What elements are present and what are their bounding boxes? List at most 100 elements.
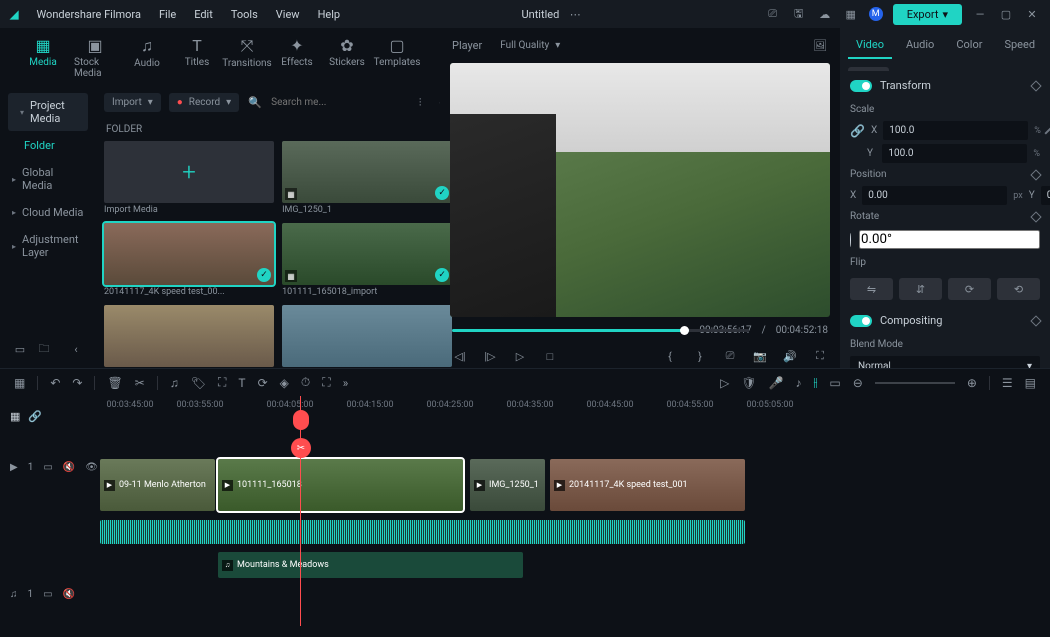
tab-templates[interactable]: ▢Templates [372,32,422,83]
stop-icon[interactable]: □ [542,348,558,364]
mark-out-icon[interactable]: } [692,348,708,364]
camera-icon[interactable]: 📷 [752,348,768,364]
compositing-toggle[interactable] [850,315,872,327]
media-thumb-2[interactable]: ✓20141117_4K speed test_00... [104,223,274,297]
waveform-1[interactable] [100,520,745,544]
clip-2[interactable]: ▶101111_165018 [218,459,463,511]
display-icon[interactable]: ⎚ [722,348,738,364]
bin-icon[interactable]: ▭ [12,341,28,357]
prev-frame-icon[interactable]: ◁| [452,348,468,364]
save-icon[interactable]: 🖫 [791,6,807,22]
rotate-input[interactable] [859,230,1040,249]
sidebar-project-media[interactable]: ▾Project Media [8,93,88,131]
play-icon[interactable]: ▷ [512,348,528,364]
menu-tools[interactable]: Tools [231,8,258,21]
clip-1[interactable]: ▶09-11 Menlo Atherton [100,459,215,511]
transform-toggle[interactable] [850,80,872,92]
undo-icon[interactable]: ↶ [50,376,60,390]
menu-file[interactable]: File [159,8,176,21]
marker-icon[interactable]: ▷ [720,376,729,390]
fullscreen-icon[interactable]: ⛶ [812,348,828,364]
tab-stock[interactable]: ▣Stock Media [68,32,122,83]
tab-media[interactable]: ▦Media [18,32,68,83]
snap-icon[interactable]: ⫲ [814,375,818,390]
keyframe-icon[interactable] [1044,127,1050,134]
rotate-cw-icon[interactable]: ⟳ [948,278,991,300]
scale-y-input[interactable] [882,144,1027,163]
speed-icon[interactable]: ⟳ [258,376,268,390]
preview-viewport[interactable] [450,63,830,317]
close-icon[interactable]: ✕ [1024,6,1040,22]
keyframe-icon[interactable] [1030,315,1041,326]
track-lock-icon[interactable]: ▭ [43,589,52,600]
media-thumb-3[interactable]: ▦✓101111_165018_import [282,223,452,297]
zoom-out-icon[interactable]: ⊖ [853,376,863,390]
zoom-in-icon[interactable]: ⊕ [967,376,977,390]
expand-icon[interactable]: ⛶ [322,375,330,390]
sidebar-global-media[interactable]: ▸Global Media [0,160,96,198]
title-more-icon[interactable]: ⋯ [567,6,583,22]
tab-titles[interactable]: TTitles [172,32,222,83]
device-icon[interactable]: ⎚ [765,6,781,22]
blend-select[interactable]: Normal▾ [850,356,1040,368]
text-icon[interactable]: T [238,376,245,390]
keyframe-icon[interactable] [1030,211,1041,222]
inspect-tab-color[interactable]: Color [948,32,990,59]
tab-transitions[interactable]: ⤧Transitions [222,32,272,83]
track-lock-icon[interactable]: ▭ [43,462,52,473]
more-tl-icon[interactable]: » [343,376,349,390]
export-button[interactable]: Export ▾ [893,4,962,25]
menu-help[interactable]: Help [318,8,341,21]
media-thumb-1[interactable]: ▦✓IMG_1250_1 [282,141,452,215]
tab-effects[interactable]: ✦Effects [272,32,322,83]
mark-in-icon[interactable]: { [662,348,678,364]
sidebar-adjustment[interactable]: ▸Adjustment Layer [0,227,96,265]
restart-icon[interactable]: |▷ [482,348,498,364]
color-icon[interactable]: ◈ [280,376,289,390]
snapshot-icon[interactable]: 🖼 [812,38,828,54]
keyframe-icon[interactable] [1030,169,1041,180]
import-dropdown[interactable]: Import ▾ [104,93,161,112]
lock-icon[interactable]: 🔗 [850,124,865,138]
timeline-ruler[interactable]: 00:03:45:00 00:03:55:00 00:04:05:00 00:0… [100,396,1050,436]
shield-icon[interactable]: 🛡 [741,376,756,390]
quality-dropdown[interactable]: Full Quality ▾ [492,36,568,55]
zoom-slider[interactable] [875,382,955,384]
pos-x-input[interactable] [862,186,1007,205]
inspect-tab-video[interactable]: Video [848,32,892,59]
flip-h-icon[interactable]: ⇋ [850,278,893,300]
menu-edit[interactable]: Edit [194,8,213,21]
tab-stickers[interactable]: ✿Stickers [322,32,372,83]
sidebar-cloud-media[interactable]: ▸Cloud Media [0,200,96,225]
track-mute-icon[interactable]: 🔇 [63,462,75,473]
rotate-dial[interactable] [850,233,851,247]
audio-clip[interactable]: ♫Mountains & Meadows [218,552,523,578]
import-media-tile[interactable]: +Import Media [104,141,274,215]
media-thumb-5[interactable] [282,305,452,369]
media-thumb-4[interactable] [104,305,274,369]
maximize-icon[interactable]: ▢ [998,6,1014,22]
tag-icon[interactable]: 🏷 [191,376,206,390]
music-icon[interactable]: ♫ [170,376,179,390]
search-input[interactable] [271,97,404,108]
inspect-tab-audio[interactable]: Audio [898,32,942,59]
flip-v-icon[interactable]: ⇵ [899,278,942,300]
delete-icon[interactable]: 🗑 [107,376,122,390]
record-dropdown[interactable]: ●Record ▾ [169,93,239,112]
user-badge[interactable]: M [869,7,883,21]
pos-y-input[interactable] [1041,186,1050,205]
crop-icon[interactable]: ⛶ [218,375,226,390]
menu-view[interactable]: View [276,8,300,21]
playhead[interactable]: ✂ [300,396,301,626]
clip-4[interactable]: ▶20141117_4K speed test_001 [550,459,745,511]
panel-icon[interactable]: ▤ [1025,376,1036,390]
redo-icon[interactable]: ↷ [72,376,82,390]
inspect-tab-speed[interactable]: Speed [996,32,1043,59]
track-eye-icon[interactable]: 👁 [85,462,98,473]
rotate-ccw-icon[interactable]: ⟲ [997,278,1040,300]
newfolder-icon[interactable]: 🗀 [36,341,52,357]
filter-icon[interactable]: ⫶ [412,95,428,111]
volume-icon[interactable]: 🔊 [782,348,798,364]
mic-icon[interactable]: 🎤 [769,376,784,390]
clip-3[interactable]: ▶IMG_1250_1 [470,459,545,511]
